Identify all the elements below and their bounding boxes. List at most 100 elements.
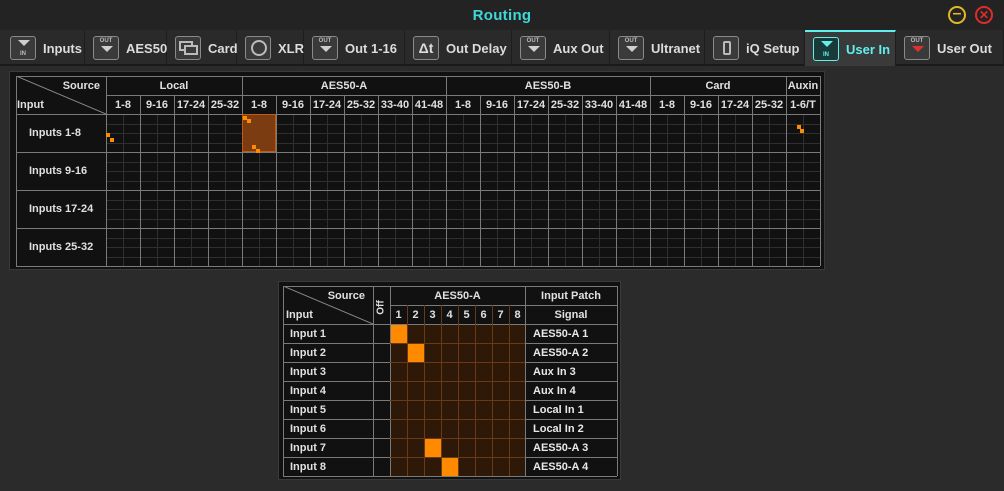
group-header-aes50-a: AES50-A [320, 80, 368, 92]
speaker-shape [723, 41, 731, 55]
tab-inputs[interactable]: IN Inputs [2, 30, 85, 66]
off-cell[interactable] [374, 458, 390, 476]
minimize-button[interactable]: – [948, 6, 966, 24]
row-label: Input 8 [290, 461, 327, 473]
tab-user-out[interactable]: OUT User Out [896, 30, 1004, 66]
grid-line [208, 95, 209, 266]
tab-card[interactable]: Card [167, 30, 238, 66]
signal-value: AES50-A 2 [533, 347, 589, 359]
group-header-card: Card [705, 80, 731, 92]
tab-ultranet[interactable]: OUT Ultranet [610, 30, 705, 66]
grid-line [16, 114, 820, 115]
arrow-down-icon [320, 46, 332, 52]
column-header: 6 [480, 309, 487, 321]
in-icon: IN [813, 37, 839, 61]
iq-icon [713, 36, 739, 60]
tab-label: Out 1-16 [345, 40, 398, 56]
patch-cell-active[interactable] [391, 325, 407, 343]
grid-line [786, 95, 787, 266]
grid-line [617, 286, 618, 476]
routing-detail-matrix: Source Input Off AES50-A 1 2 3 4 5 6 7 8 Input Patch… [278, 281, 621, 480]
off-cell[interactable] [374, 344, 390, 362]
signal-value: Aux In 4 [533, 385, 576, 397]
group-header-aes50-a: AES50-A [434, 290, 481, 302]
patch-dot [256, 149, 260, 153]
column-header: 25-32 [210, 99, 240, 111]
icon-label: OUT [910, 38, 924, 44]
off-cell[interactable] [374, 363, 390, 381]
tab-user-in[interactable]: IN User In [805, 30, 896, 66]
arrow-down-icon [528, 46, 540, 52]
grid-line [16, 266, 820, 267]
column-header: 41-48 [414, 99, 444, 111]
in-icon: IN [10, 36, 36, 60]
column-header: 2 [412, 309, 419, 321]
grid-line [16, 152, 820, 153]
grid-line [475, 305, 476, 476]
off-cell[interactable] [374, 401, 390, 419]
tab-xlr[interactable]: XLR [237, 30, 304, 66]
row-label: Input 1 [290, 328, 327, 340]
grid-line [446, 95, 447, 266]
corner-diagonal [283, 286, 373, 324]
arrow-down-icon [101, 46, 113, 52]
column-header: 25-32 [550, 99, 580, 111]
signal-value: Local In 1 [533, 404, 584, 416]
patch-dot [110, 138, 114, 142]
row-label: Input 4 [290, 385, 327, 397]
row-label: Inputs 25-32 [29, 241, 94, 253]
column-header: 3 [429, 309, 436, 321]
grid-line [283, 324, 617, 325]
row-label: Inputs 9-16 [29, 165, 88, 177]
tab-iq-setup[interactable]: iQ Setup [705, 30, 805, 66]
off-cell[interactable] [374, 325, 390, 343]
column-header: 1-8 [455, 99, 471, 111]
patch-dot [106, 133, 110, 137]
off-cell[interactable] [374, 420, 390, 438]
column-header: 9-16 [689, 99, 713, 111]
column-header: 9-16 [281, 99, 305, 111]
tab-aux-out[interactable]: OUT Aux Out [512, 30, 610, 66]
grid-line [16, 190, 820, 191]
icon-label: OUT [624, 38, 638, 44]
column-header: 17-24 [516, 99, 546, 111]
signal-value: AES50-A 1 [533, 328, 589, 340]
tab-label: User Out [937, 40, 992, 56]
tab-out-1-16[interactable]: OUT Out 1-16 [304, 30, 405, 66]
column-header: 33-40 [584, 99, 614, 111]
group-header-auxin: Auxin [787, 80, 819, 92]
column-header: 1-8 [115, 99, 131, 111]
row-label: Input 7 [290, 442, 327, 454]
tab-aes50[interactable]: OUT AES50 [85, 30, 167, 66]
column-header: 9-16 [145, 99, 169, 111]
xlr-icon [245, 36, 271, 60]
row-label: Input 2 [290, 347, 327, 359]
grid-line [407, 305, 408, 476]
off-cell[interactable] [374, 382, 390, 400]
close-button[interactable]: ✕ [975, 6, 993, 24]
title-bar: Routing – ✕ [0, 0, 1004, 30]
grid-line [283, 286, 284, 476]
tab-out-delay[interactable]: Δt Out Delay [405, 30, 512, 66]
signal-header: Signal [554, 309, 588, 321]
delay-icon: Δt [413, 36, 439, 60]
patch-dot [247, 119, 251, 123]
grid-line [412, 95, 413, 266]
patch-cell-active[interactable] [442, 458, 458, 476]
tab-label: Aux Out [553, 40, 604, 56]
tab-label: Card [208, 40, 238, 56]
column-header: 25-32 [754, 99, 784, 111]
out-icon: OUT [520, 36, 546, 60]
tab-label: iQ Setup [746, 40, 800, 56]
out-icon: OUT [93, 36, 119, 60]
patch-cell-active[interactable] [425, 439, 441, 457]
off-cell[interactable] [374, 439, 390, 457]
grid-line [16, 76, 17, 266]
patch-cell-active[interactable] [408, 344, 424, 362]
grid-line [480, 95, 481, 266]
grid-line [525, 286, 526, 476]
tab-label: AES50 [126, 40, 168, 56]
icon-label: IN [823, 52, 829, 58]
grid-line [390, 419, 525, 420]
icon-label: IN [20, 51, 26, 57]
